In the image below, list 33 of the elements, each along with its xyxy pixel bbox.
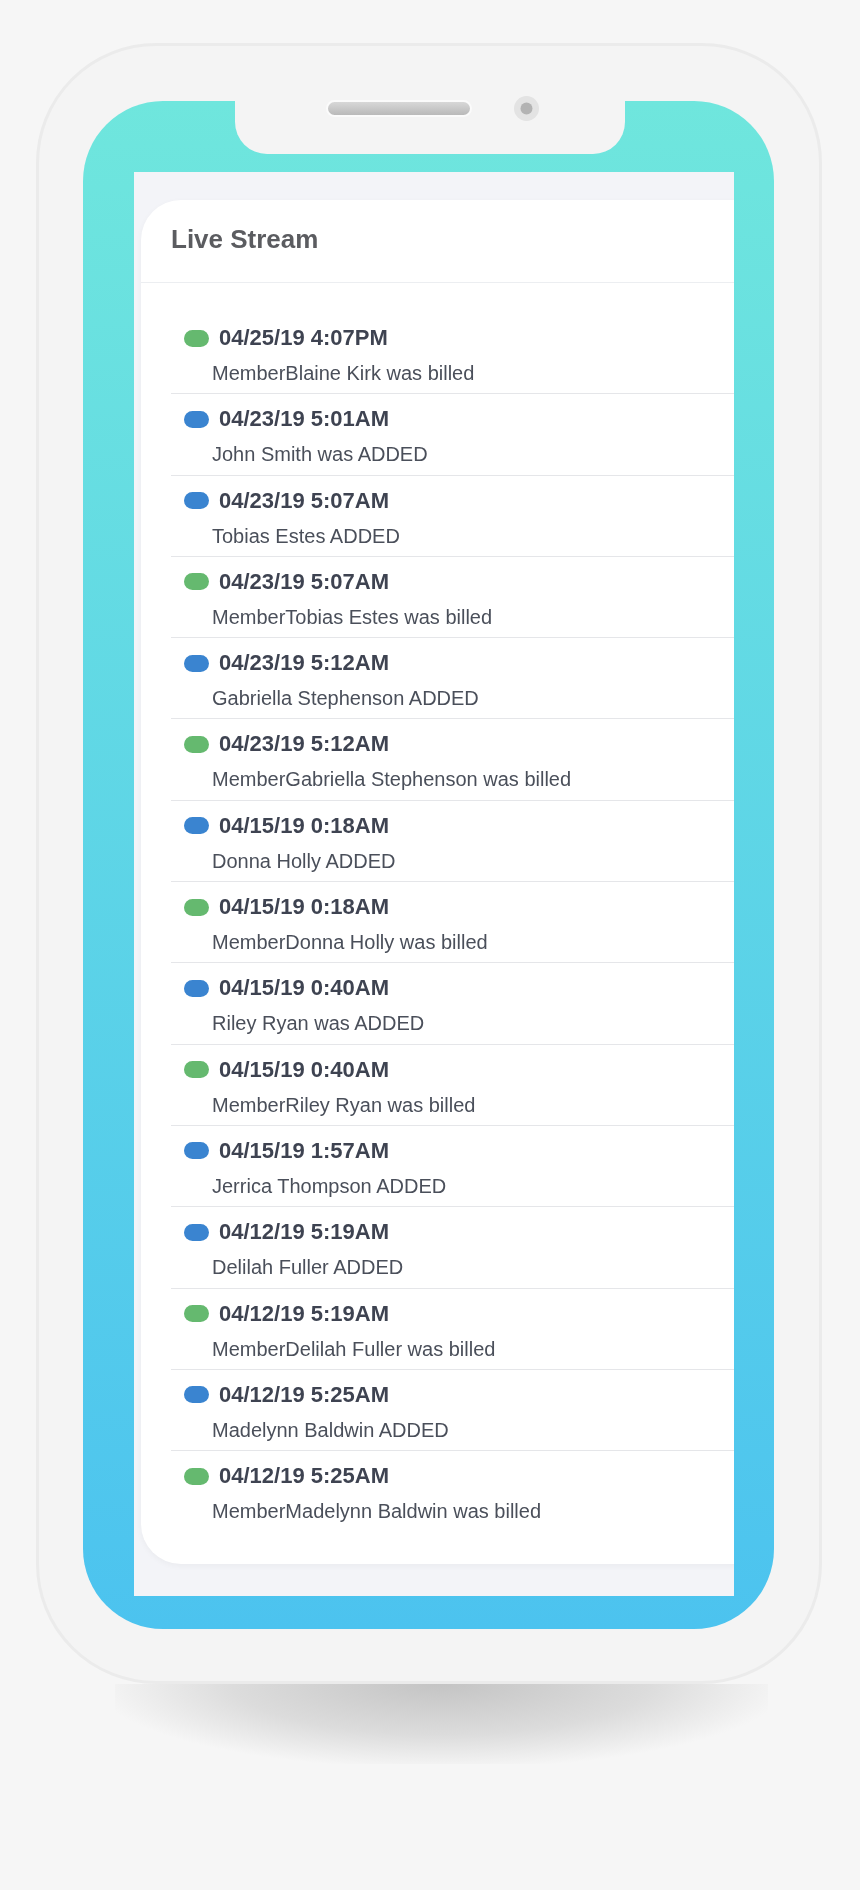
event-description: MemberDonna Holly was billed <box>212 930 488 955</box>
event-description: MemberGabriella Stephenson was billed <box>212 767 572 792</box>
event-time: 04/23/19 5:07AM <box>219 487 389 514</box>
event-description: Tobias Estes ADDED <box>212 523 400 548</box>
event-time: 04/25/19 4:07PM <box>219 325 388 351</box>
event-description: MemberDelilah Fuller was billed <box>212 1336 496 1361</box>
event-time: 04/15/19 1:57AM <box>219 1137 389 1164</box>
event-description: Donna Holly ADDED <box>212 848 396 873</box>
event-description: Jerrica Thompson ADDED <box>212 1173 447 1198</box>
event-time: 04/12/19 5:25AM <box>219 1381 389 1408</box>
event-time: 04/12/19 5:19AM <box>219 1219 389 1246</box>
event-time: 04/12/19 5:19AM <box>219 1300 389 1327</box>
event-description: Riley Ryan was ADDED <box>212 1011 425 1036</box>
card-title: Live Stream <box>171 223 319 255</box>
event-time: 04/23/19 5:01AM <box>219 406 389 433</box>
event-description: Gabriella Stephenson ADDED <box>212 686 479 711</box>
event-time: 04/15/19 0:18AM <box>219 812 389 839</box>
event-description: MemberMadelynn Baldwin was billed <box>212 1499 542 1524</box>
event-description: Delilah Fuller ADDED <box>212 1255 404 1280</box>
event-time: 04/15/19 0:40AM <box>219 1056 389 1083</box>
event-time: 04/15/19 0:40AM <box>219 975 389 1002</box>
event-description: MemberTobias Estes was billed <box>212 604 493 629</box>
event-time: 04/12/19 5:25AM <box>219 1463 389 1490</box>
event-description: MemberBlaine Kirk was billed <box>212 361 475 385</box>
speaker-grille-icon <box>326 100 472 117</box>
event-time: 04/23/19 5:12AM <box>219 650 389 677</box>
event-time: 04/15/19 0:18AM <box>219 894 389 921</box>
event-description: MemberRiley Ryan was billed <box>212 1092 476 1117</box>
event-description: Madelynn Baldwin ADDED <box>212 1417 449 1442</box>
event-time: 04/23/19 5:07AM <box>219 568 389 595</box>
event-time: 04/23/19 5:12AM <box>219 731 389 758</box>
camera-icon <box>514 96 539 121</box>
event-description: John Smith was ADDED <box>212 442 428 467</box>
